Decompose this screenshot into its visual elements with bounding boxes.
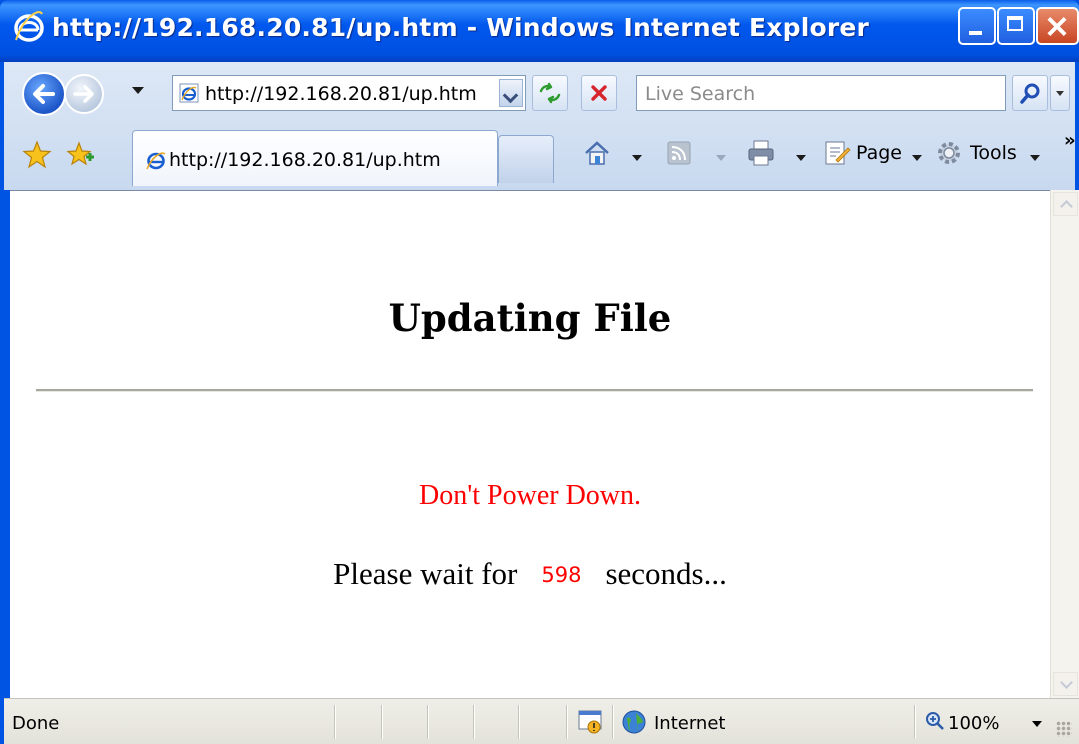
ie-page-icon [179, 83, 199, 103]
home-icon[interactable] [582, 138, 612, 168]
forward-button[interactable] [64, 74, 104, 114]
tools-menu-label[interactable]: Tools [970, 142, 1017, 164]
zoom-icon[interactable] [925, 711, 945, 731]
page-icon[interactable] [822, 138, 852, 168]
address-text: http://192.168.20.81/up.htm [205, 83, 477, 105]
search-box[interactable] [636, 75, 1007, 112]
forward-arrow-icon [73, 85, 94, 103]
window-title: http://192.168.20.81/up.htm - Windows In… [52, 13, 870, 42]
tab-row: http://192.168.20.81/up.htm Page Tools » [4, 126, 1076, 190]
back-arrow-icon [33, 84, 55, 104]
scroll-down-button[interactable] [1053, 672, 1078, 696]
navigation-bar: http://192.168.20.81/up.htm [4, 62, 1075, 126]
refresh-button[interactable] [532, 75, 568, 111]
close-button[interactable] [1036, 7, 1079, 45]
title-bar[interactable]: http://192.168.20.81/up.htm - Windows In… [0, 0, 1079, 62]
feeds-icon[interactable] [667, 141, 691, 165]
maximize-button[interactable] [997, 7, 1035, 45]
status-separator [518, 705, 520, 739]
page-dropdown[interactable] [912, 155, 922, 161]
print-icon[interactable] [746, 138, 776, 168]
page-menu-label[interactable]: Page [856, 142, 902, 164]
add-favorite-icon[interactable] [66, 140, 96, 170]
back-button[interactable] [22, 72, 66, 116]
status-bar: Done Internet 100% [4, 698, 1079, 744]
browser-chrome: http://192.168.20.81/up.htm Live Search … [4, 62, 1076, 190]
search-options-button[interactable] [1050, 75, 1070, 111]
ie-page-icon [146, 152, 166, 170]
address-bar[interactable]: http://192.168.20.81/up.htm [172, 75, 526, 111]
ie-logo-icon [14, 11, 44, 42]
scroll-up-button[interactable] [1053, 192, 1078, 216]
status-separator [612, 705, 614, 739]
address-dropdown-button[interactable] [499, 79, 523, 107]
status-separator [381, 705, 383, 739]
new-tab-button[interactable] [498, 135, 554, 183]
resize-grip[interactable] [1056, 721, 1072, 737]
vertical-scrollbar[interactable] [1050, 190, 1079, 698]
status-separator [473, 705, 475, 739]
zoom-level[interactable]: 100% [948, 713, 999, 734]
search-input[interactable] [637, 76, 1007, 112]
gear-icon[interactable] [934, 138, 964, 168]
minimize-button[interactable] [958, 7, 996, 45]
magnifier-icon [1020, 83, 1040, 104]
tab-active[interactable]: http://192.168.20.81/up.htm [132, 130, 498, 186]
internet-globe-icon [622, 710, 646, 734]
content-frame [10, 190, 1079, 698]
status-separator [566, 705, 568, 739]
popup-blocker-icon[interactable] [576, 707, 606, 737]
more-commands-chevron[interactable]: » [1064, 130, 1076, 151]
favorites-star-icon[interactable] [22, 140, 52, 170]
status-text: Done [12, 713, 60, 734]
tools-dropdown[interactable] [1030, 155, 1040, 161]
recent-pages-dropdown[interactable] [132, 87, 144, 94]
refresh-icon [539, 82, 561, 104]
feeds-dropdown[interactable] [716, 155, 726, 161]
stop-button[interactable] [581, 75, 617, 111]
print-dropdown[interactable] [796, 155, 806, 161]
home-dropdown[interactable] [632, 155, 642, 161]
ie-window: http://192.168.20.81/up.htm - Windows In… [0, 0, 1079, 744]
status-separator [914, 705, 916, 739]
search-button[interactable] [1012, 75, 1048, 111]
stop-x-icon [591, 85, 607, 101]
security-zone-label: Internet [654, 713, 726, 734]
tab-label: http://192.168.20.81/up.htm [169, 149, 441, 171]
status-separator [427, 705, 429, 739]
zoom-dropdown[interactable] [1032, 721, 1042, 727]
status-separator [334, 705, 336, 739]
